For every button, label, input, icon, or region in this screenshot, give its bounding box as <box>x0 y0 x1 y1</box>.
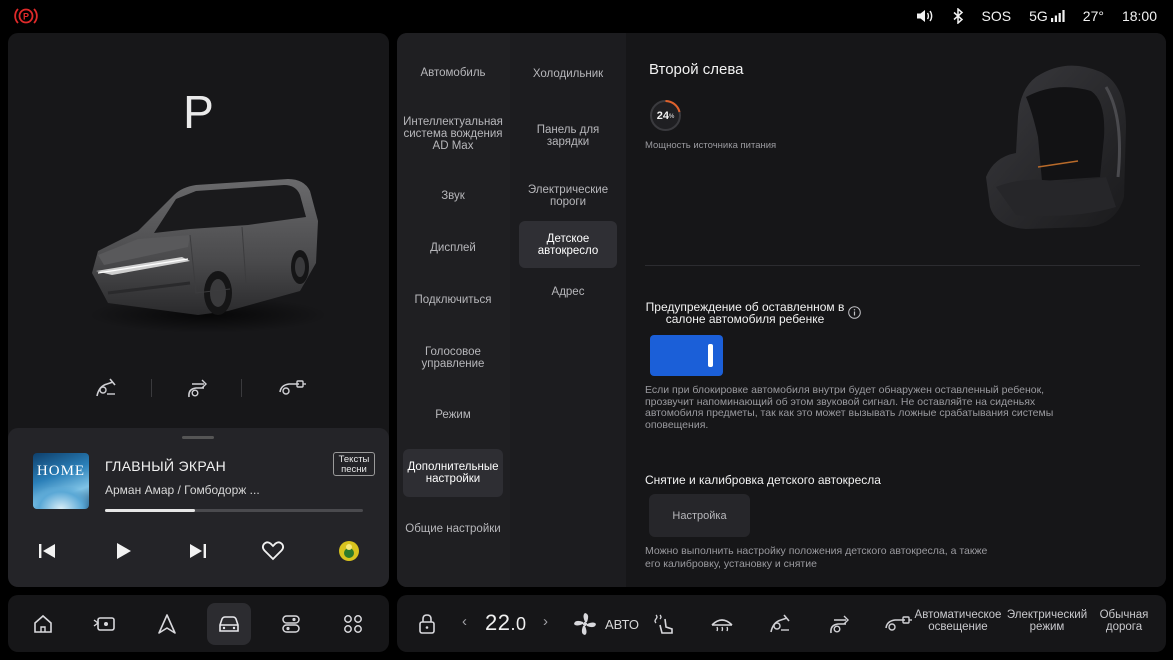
normal-road-button[interactable]: Обычная дорога <box>1094 609 1154 633</box>
signal-icon <box>1050 10 1065 22</box>
fan-mode-label[interactable]: АВТО <box>605 617 639 632</box>
controls-icon[interactable] <box>269 603 313 645</box>
camera-view-icon[interactable] <box>83 603 127 645</box>
apps-grid-icon[interactable] <box>331 603 375 645</box>
child-seat-detail: Второй слева 24% Мощность источника пита… <box>626 33 1166 587</box>
app-dock <box>8 595 389 652</box>
submenu-item-charging-pad[interactable]: Панель для зарядки <box>519 124 617 148</box>
media-player-card[interactable]: HOME ГЛАВНЫЙ ЭКРАН Арман Амар / Гомбодор… <box>8 428 389 587</box>
menu-item-display[interactable]: Дисплей <box>403 242 503 254</box>
seat-icon[interactable] <box>181 373 213 403</box>
network-label: 5G <box>1029 8 1048 24</box>
child-warning-title: Предупреждение об оставленном в салоне а… <box>645 300 845 326</box>
climate-bar: ‹ 22.0 › АВТО Автоматическое освещение Э… <box>397 595 1166 652</box>
favorite-heart-icon[interactable] <box>258 536 288 566</box>
menu-item-mode[interactable]: Режим <box>403 409 503 421</box>
album-art[interactable]: HOME <box>33 453 89 509</box>
status-bar: P SOS 5G 27° 18:00 <box>0 0 1173 32</box>
previous-track-icon[interactable] <box>32 536 62 566</box>
vehicle-settings-icon[interactable] <box>207 603 251 645</box>
child-warning-toggle[interactable] <box>650 335 723 376</box>
defrost-icon[interactable] <box>708 595 736 652</box>
album-title-art: HOME <box>36 463 86 479</box>
electric-mode-button[interactable]: Электрический режим <box>1002 609 1092 633</box>
volume-icon[interactable] <box>916 9 934 23</box>
playback-progress-bar[interactable] <box>105 509 363 512</box>
temperature-integer: 22 <box>485 610 511 635</box>
parking-brake-warning-icon: P <box>14 8 38 24</box>
menu-item-sound[interactable]: Звук <box>403 190 503 202</box>
submenu-item-fridge[interactable]: Холодильник <box>519 68 617 80</box>
section-divider <box>645 265 1140 266</box>
separator <box>151 379 152 397</box>
settings-menu: Автомобиль Интеллектуальная система вожд… <box>397 33 510 587</box>
car-quick-actions <box>8 373 389 403</box>
battery-label: Мощность источника питания <box>645 140 777 151</box>
vehicle-panel: P HOME ГЛАВНЫЙ ЭКРАН Арман Амар / Гомбод… <box>8 33 389 587</box>
drag-handle[interactable] <box>182 436 214 439</box>
seat-adjust-icon[interactable] <box>825 595 853 652</box>
submenu-item-power-steps[interactable]: Электрические пороги <box>519 184 617 208</box>
menu-item-additional-settings[interactable]: Дополнительные настройки <box>403 449 503 497</box>
menu-item-ad-max[interactable]: Интеллектуальная система вождения AD Max <box>403 116 503 152</box>
cabin-temperature: 22.0 <box>485 610 527 636</box>
menu-item-general[interactable]: Общие настройки <box>403 523 503 535</box>
detail-title: Второй слева <box>649 61 744 78</box>
network-indicator: 5G <box>1029 8 1065 24</box>
music-app-icon[interactable] <box>334 536 364 566</box>
home-icon[interactable] <box>21 603 65 645</box>
playback-progress-fill <box>105 509 196 512</box>
menu-item-connect[interactable]: Подключиться <box>403 294 503 306</box>
info-icon[interactable] <box>848 306 861 319</box>
trunk-icon[interactable] <box>276 373 308 403</box>
separator <box>241 379 242 397</box>
settings-submenu: Холодильник Панель для зарядки Электриче… <box>510 33 626 587</box>
submenu-item-child-seat[interactable]: Детское автокресло <box>519 221 617 268</box>
calibration-description: Можно выполнить настройку положения детс… <box>645 545 988 570</box>
temperature-up-icon[interactable]: › <box>543 613 548 630</box>
auto-lighting-button[interactable]: Автоматическое освещение <box>912 609 1004 633</box>
clock: 18:00 <box>1121 8 1157 24</box>
child-seat-image <box>986 65 1126 229</box>
child-warning-description: Если при блокировке автомобиля внутри бу… <box>645 384 1054 431</box>
sos-label[interactable]: SOS <box>982 8 1012 24</box>
lyrics-button[interactable]: Тексты песни <box>333 452 375 476</box>
gear-indicator: P <box>183 86 214 138</box>
outside-temperature: 27° <box>1082 8 1104 24</box>
next-track-icon[interactable] <box>183 536 213 566</box>
track-title: ГЛАВНЫЙ ЭКРАН <box>105 458 227 474</box>
settings-panel: Автомобиль Интеллектуальная система вожд… <box>397 33 1166 587</box>
trunk-icon[interactable] <box>883 595 913 652</box>
calibration-settings-button[interactable]: Настройка <box>649 494 750 537</box>
battery-value: 24% <box>649 99 682 132</box>
calibration-title: Снятие и калибровка детского автокресла <box>645 473 881 487</box>
menu-item-voice[interactable]: Голосовое управление <box>403 346 503 370</box>
navigation-icon[interactable] <box>145 603 189 645</box>
submenu-item-address[interactable]: Адрес <box>519 286 617 298</box>
play-icon[interactable] <box>108 536 138 566</box>
seat-heating-icon[interactable] <box>649 595 677 652</box>
bluetooth-icon[interactable] <box>952 8 964 24</box>
temperature-down-icon[interactable]: ‹ <box>462 613 467 630</box>
charge-port-icon[interactable] <box>90 373 122 403</box>
fan-icon[interactable] <box>571 595 599 652</box>
menu-item-vehicle[interactable]: Автомобиль <box>403 67 503 79</box>
charge-port-icon[interactable] <box>766 595 794 652</box>
battery-indicator: 24% <box>649 99 682 132</box>
battery-number: 24 <box>656 109 669 122</box>
battery-unit: % <box>668 114 675 120</box>
track-artist: Арман Амар / Гомбодорж ... <box>105 483 260 497</box>
svg-text:P: P <box>23 12 29 22</box>
lock-icon[interactable] <box>415 595 439 652</box>
toggle-knob <box>708 344 713 367</box>
car-image[interactable] <box>78 143 338 343</box>
temperature-decimal: .0 <box>510 614 527 634</box>
